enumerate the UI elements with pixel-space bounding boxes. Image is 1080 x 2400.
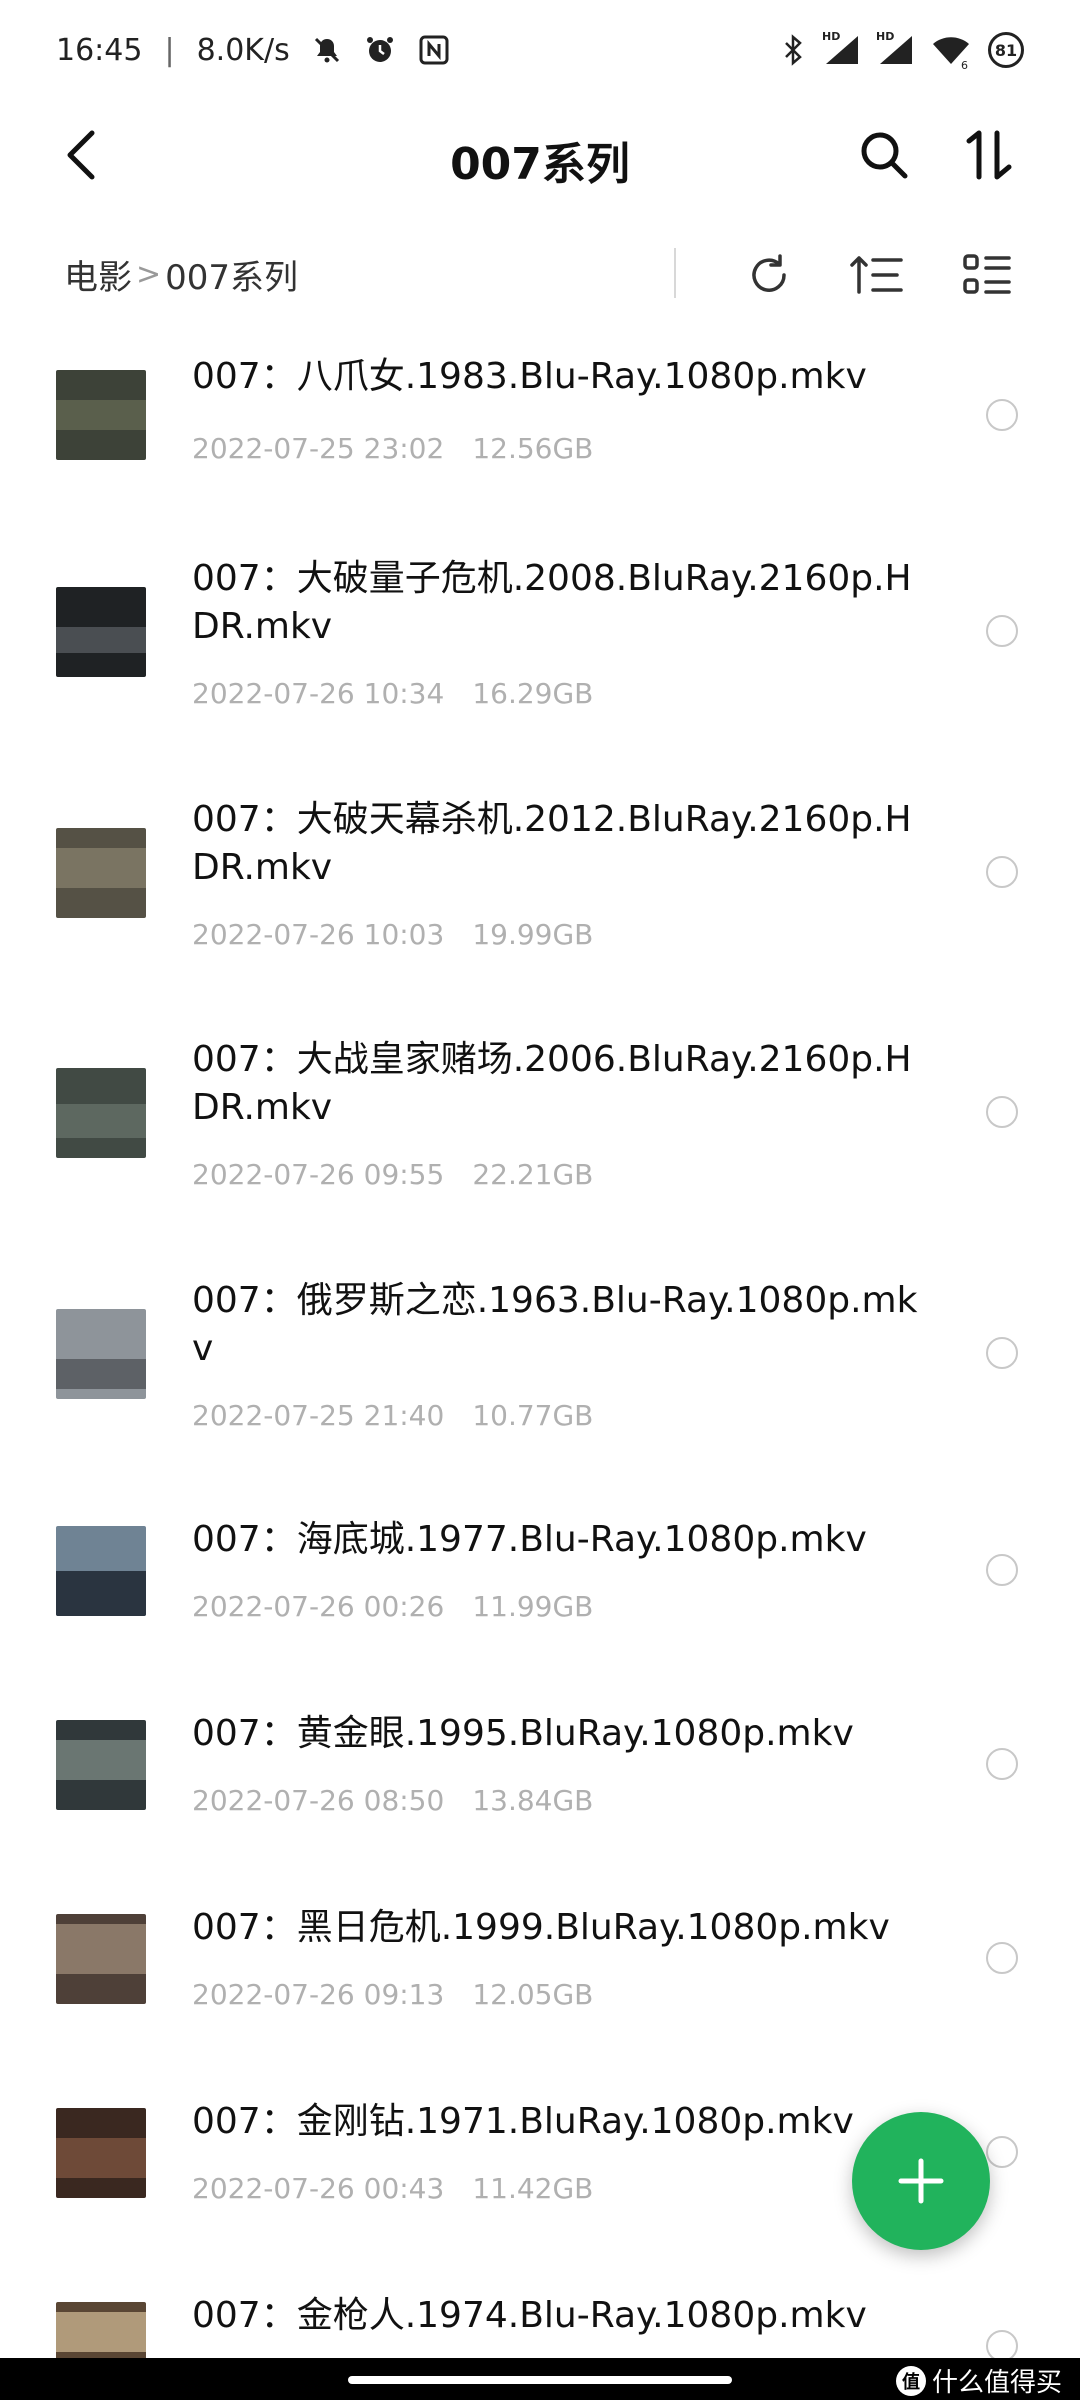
- file-meta: 2022-07-26 10:34 16.29GB: [192, 677, 593, 710]
- file-thumbnail: [56, 370, 146, 460]
- file-date: 2022-07-26 09:13: [192, 1978, 445, 2011]
- path-toolbar: 电影 > 007系列: [0, 240, 1080, 310]
- file-meta: 2022-07-25 23:02 12.56GB: [192, 432, 593, 465]
- file-name: 007：黑日危机.1999.BluRay.1080p.mkv: [192, 1907, 890, 1948]
- battery-icon: 81: [988, 32, 1024, 68]
- file-date: 2022-07-25 23:02: [192, 432, 445, 465]
- file-thumbnail: [56, 1309, 146, 1399]
- file-date: 2022-07-26 10:03: [192, 918, 445, 951]
- file-thumbnail: [56, 1526, 146, 1616]
- file-name: 007：大破量子危机.2008.BluRay.2160p.HDR.mkv: [192, 558, 912, 647]
- watermark-text: 什么值得买: [931, 2368, 1062, 2398]
- file-name: 007：金刚钻.1971.BluRay.1080p.mkv: [192, 2101, 854, 2142]
- select-checkbox[interactable]: [986, 1096, 1018, 1128]
- bluetooth-icon: [782, 34, 806, 66]
- refresh-icon: [752, 254, 786, 292]
- add-button[interactable]: [852, 2112, 990, 2250]
- file-name: 007：金枪人.1974.Blu-Ray.1080p.mkv: [192, 2295, 867, 2336]
- select-checkbox[interactable]: [986, 856, 1018, 888]
- breadcrumb-current[interactable]: 007系列: [165, 250, 298, 299]
- file-date: 2022-07-26 08:50: [192, 1784, 445, 1817]
- file-size: 19.99GB: [472, 918, 594, 951]
- file-thumbnail: [56, 1068, 146, 1158]
- sort-button[interactable]: [954, 125, 1024, 185]
- file-date: 2022-07-25 21:40: [192, 1399, 445, 1432]
- file-meta: 2022-07-26 10:03 19.99GB: [192, 918, 593, 951]
- file-thumbnail: [56, 2108, 146, 2198]
- sort-icon: [966, 130, 1012, 180]
- status-time: 16:45: [56, 32, 143, 68]
- file-name: 007：俄罗斯之恋.1963.Blu-Ray.1080p.mkv: [192, 1280, 918, 1369]
- nfc-icon: [418, 34, 450, 66]
- sort-order-icon: [850, 256, 903, 294]
- file-meta: 2022-07-26 09:13 12.05GB: [192, 1978, 593, 2011]
- signal-icon: HD: [822, 30, 860, 66]
- signal-2-label: HD: [876, 30, 895, 43]
- file-name: 007：大战皇家赌场.2006.BluRay.2160p.HDR.mkv: [192, 1039, 912, 1128]
- file-meta: 2022-07-26 00:26 11.99GB: [192, 1590, 593, 1623]
- refresh-button[interactable]: [738, 244, 800, 306]
- file-name: 007：海底城.1977.Blu-Ray.1080p.mkv: [192, 1519, 867, 1560]
- file-meta: 2022-07-26 09:55 22.21GB: [192, 1158, 593, 1191]
- select-checkbox[interactable]: [986, 1748, 1018, 1780]
- select-checkbox[interactable]: [986, 1337, 1018, 1369]
- status-separator: |: [164, 32, 175, 68]
- select-checkbox[interactable]: [986, 1942, 1018, 1974]
- file-thumbnail: [56, 1720, 146, 1810]
- watermark-logo: 值: [895, 2365, 926, 2396]
- file-date: 2022-07-26 00:43: [192, 2172, 445, 2205]
- toolbar-divider: [674, 248, 676, 298]
- file-thumbnail: [56, 1914, 146, 2004]
- file-date: 2022-07-26 10:34: [192, 677, 445, 710]
- mute-icon: [312, 35, 342, 65]
- file-date: 2022-07-26 00:26: [192, 1590, 445, 1623]
- home-indicator[interactable]: [348, 2376, 732, 2384]
- file-meta: 2022-07-26 08:50 13.84GB: [192, 1784, 593, 1817]
- file-thumbnail: [56, 828, 146, 918]
- wifi-label: 6: [961, 59, 968, 72]
- file-size: 22.21GB: [472, 1158, 594, 1191]
- file-meta: 2022-07-25 21:40 10.77GB: [192, 1399, 593, 1432]
- alarm-icon: [364, 34, 396, 66]
- status-net-speed: 8.0K/s: [196, 32, 290, 68]
- file-meta: 2022-07-26 00:43 11.42GB: [192, 2172, 593, 2205]
- breadcrumb-separator: >: [136, 257, 162, 292]
- signal-icon: HD: [876, 30, 914, 66]
- search-icon: [861, 132, 908, 179]
- file-name: 007：黄金眼.1995.BluRay.1080p.mkv: [192, 1713, 854, 1754]
- wifi-icon: 6: [932, 34, 970, 72]
- watermark: 值 什么值得买: [895, 2362, 1062, 2399]
- view-list-icon: [963, 254, 1011, 294]
- select-checkbox[interactable]: [986, 2136, 1018, 2168]
- file-size: 11.99GB: [472, 1590, 594, 1623]
- file-size: 12.56GB: [472, 432, 594, 465]
- plus-icon: [898, 2158, 944, 2204]
- page-title: 007系列: [450, 139, 630, 190]
- app-header: 007系列: [0, 100, 1080, 210]
- search-button[interactable]: [854, 125, 914, 185]
- select-checkbox[interactable]: [986, 1554, 1018, 1586]
- status-bar: 16:45 | 8.0K/s HD HD 6 81: [0, 0, 1080, 100]
- file-size: 12.05GB: [472, 1978, 594, 2011]
- file-date: 2022-07-26 09:55: [192, 1158, 445, 1191]
- file-thumbnail: [56, 587, 146, 677]
- sort-order-button[interactable]: [846, 244, 908, 306]
- file-size: 16.29GB: [472, 677, 594, 710]
- file-name: 007：八爪女.1983.Blu-Ray.1080p.mkv: [192, 356, 867, 397]
- file-size: 13.84GB: [472, 1784, 594, 1817]
- view-mode-button[interactable]: [956, 244, 1018, 306]
- signal-1-label: HD: [822, 30, 841, 43]
- select-checkbox[interactable]: [986, 615, 1018, 647]
- select-checkbox[interactable]: [986, 399, 1018, 431]
- file-size: 11.42GB: [472, 2172, 594, 2205]
- file-size: 10.77GB: [472, 1399, 594, 1432]
- navigation-bar: 值 什么值得买: [0, 2358, 1080, 2400]
- breadcrumb-root[interactable]: 电影: [64, 250, 132, 299]
- screen: 16:45 | 8.0K/s HD HD 6 81 007系列 电影 > 007…: [0, 0, 1080, 2400]
- file-name: 007：大破天幕杀机.2012.BluRay.2160p.HDR.mkv: [192, 799, 912, 888]
- breadcrumb: 电影 > 007系列: [64, 250, 298, 299]
